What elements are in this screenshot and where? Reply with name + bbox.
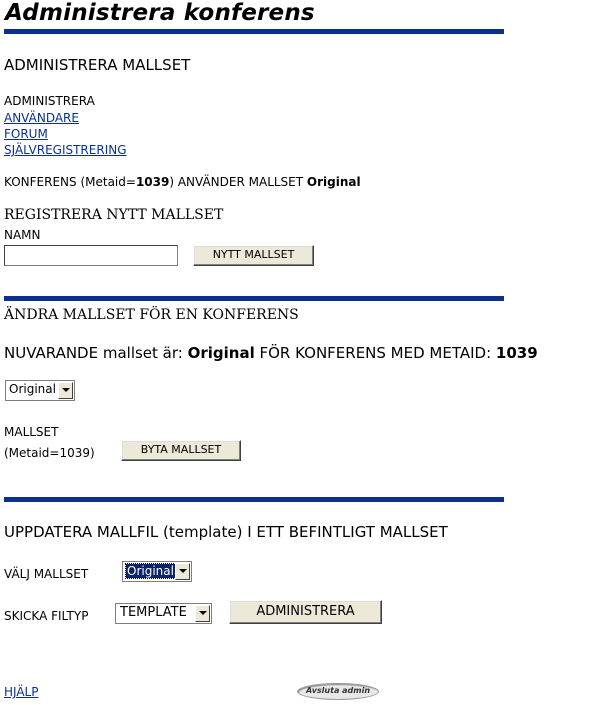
section-heading-administrera-mallset: ADMINISTRERA MALLSET bbox=[4, 56, 191, 74]
mallset-label: MALLSET bbox=[4, 425, 59, 439]
logout-button[interactable]: Avsluta admin bbox=[297, 683, 379, 700]
administrera-button[interactable]: ADMINISTRERA bbox=[229, 600, 382, 624]
new-mallset-button[interactable]: NYTT MALLSET bbox=[193, 245, 314, 266]
name-input[interactable] bbox=[4, 245, 178, 266]
filetype-label: SKICKA FILTYP bbox=[4, 609, 89, 623]
name-label: NAMN bbox=[4, 228, 41, 242]
link-sjalvregistrering[interactable]: SJÄLVREGISTRERING bbox=[4, 143, 127, 157]
choose-mallset-value: Original bbox=[125, 563, 176, 579]
section-heading-uppdatera: UPPDATERA MALLFIL (template) I ETT BEFIN… bbox=[4, 523, 448, 541]
link-anvandare[interactable]: ANVÄNDARE bbox=[4, 111, 79, 125]
mallset-select-value: Original bbox=[9, 382, 56, 396]
current-metaid: 1039 bbox=[495, 344, 538, 362]
conference-info-prefix: KONFERENS (Metaid= bbox=[4, 175, 136, 189]
byta-mallset-button[interactable]: BYTA MALLSET bbox=[121, 440, 241, 461]
filetype-select[interactable]: TEMPLATE bbox=[115, 603, 212, 624]
current-info-middle: FÖR KONFERENS MED METAID: bbox=[254, 344, 496, 362]
chevron-down-icon[interactable] bbox=[58, 382, 73, 399]
chevron-down-icon[interactable] bbox=[175, 563, 190, 580]
help-link[interactable]: HJÄLP bbox=[4, 685, 38, 699]
filetype-select-value: TEMPLATE bbox=[120, 605, 187, 620]
section-heading-registrera: REGISTRERA NYTT MALLSET bbox=[4, 207, 224, 223]
current-mallset-info: NUVARANDE mallset är: Original FÖR KONFE… bbox=[4, 344, 538, 362]
chevron-down-icon[interactable] bbox=[195, 605, 210, 622]
choose-mallset-select[interactable]: Original bbox=[122, 561, 192, 582]
page-title: Administrera konferens bbox=[5, 0, 315, 26]
divider bbox=[4, 497, 504, 502]
conference-info: KONFERENS (Metaid=1039) ANVÄNDER MALLSET… bbox=[4, 175, 361, 189]
link-forum[interactable]: FORUM bbox=[4, 127, 48, 141]
section-heading-andra-mallset: ÄNDRA MALLSET FÖR EN KONFERENS bbox=[4, 307, 299, 323]
choose-mallset-label: VÄLJ MALLSET bbox=[4, 567, 89, 581]
divider bbox=[4, 29, 504, 34]
conference-mallset: Original bbox=[306, 175, 361, 189]
current-mallset: Original bbox=[187, 344, 255, 362]
conference-metaid: 1039 bbox=[135, 175, 170, 189]
metaid-label: (Metaid=1039) bbox=[4, 446, 95, 460]
divider bbox=[4, 296, 504, 301]
mallset-select[interactable]: Original bbox=[5, 380, 75, 401]
administrera-label: ADMINISTRERA bbox=[4, 94, 95, 108]
current-info-prefix: NUVARANDE mallset är: bbox=[4, 344, 188, 362]
conference-info-middle: ) ANVÄNDER MALLSET bbox=[169, 175, 307, 189]
